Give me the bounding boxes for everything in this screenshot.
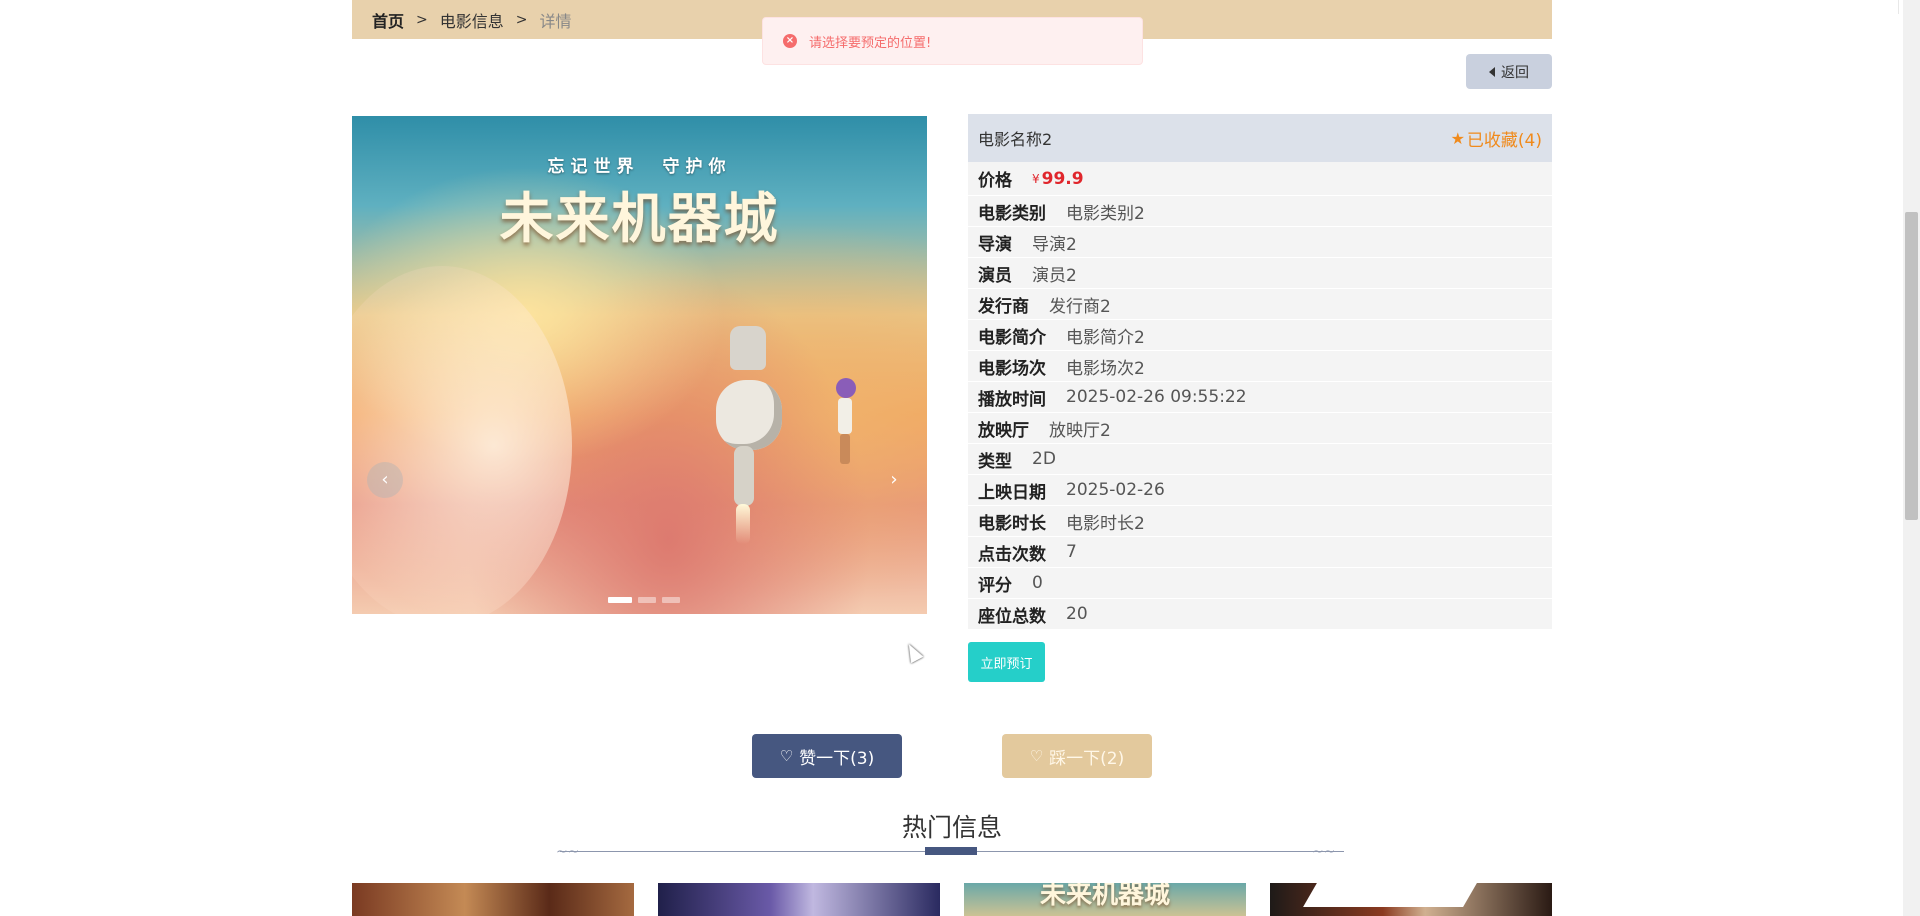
detail-row: 点击次数 7 bbox=[968, 537, 1552, 568]
field-label: 电影简介 bbox=[978, 327, 1046, 348]
currency-symbol: ¥ bbox=[1032, 171, 1040, 186]
field-value: 2D bbox=[1032, 449, 1056, 469]
breadcrumb-separator: > bbox=[416, 11, 428, 28]
thumbs-down-icon: ♡ bbox=[1029, 747, 1044, 765]
field-value: 7 bbox=[1066, 542, 1077, 562]
favorite-button[interactable]: ★ 已收藏(4) bbox=[1451, 126, 1542, 151]
poster-face-graphic bbox=[352, 266, 572, 614]
field-label: 播放时间 bbox=[978, 389, 1046, 410]
detail-row: 电影简介 电影简介2 bbox=[968, 320, 1552, 351]
field-label: 电影类别 bbox=[978, 203, 1046, 224]
carousel-indicators bbox=[608, 597, 680, 603]
hot-item-thumbnail[interactable] bbox=[658, 883, 940, 916]
field-value: 0 bbox=[1032, 573, 1043, 593]
hot-item-thumbnail[interactable] bbox=[352, 883, 634, 916]
book-now-button[interactable]: 立即预订 bbox=[968, 642, 1045, 682]
detail-row: 播放时间 2025-02-26 09:55:22 bbox=[968, 382, 1552, 413]
caret-left-icon bbox=[1489, 66, 1495, 77]
toast-message: 请选择要预定的位置! bbox=[809, 35, 932, 51]
carousel-indicator[interactable] bbox=[638, 597, 656, 603]
hot-item-poster-title: 未来机器城 bbox=[1039, 883, 1170, 910]
detail-fields: 价格 ¥ 99.9 电影类别 电影类别2 导演 导演2 演员 演员2 发行商 发行商2 … bbox=[968, 162, 1552, 630]
star-icon: ★ bbox=[1450, 128, 1465, 148]
dislike-label: 踩一下(2) bbox=[1049, 748, 1125, 769]
field-label: 价格 bbox=[978, 171, 1012, 191]
field-value: 电影场次2 bbox=[1066, 358, 1145, 379]
scrollbar-thumb[interactable] bbox=[1905, 212, 1918, 520]
detail-row: 放映厅 放映厅2 bbox=[968, 413, 1552, 444]
field-label: 上映日期 bbox=[978, 482, 1046, 503]
field-label: 点击次数 bbox=[978, 544, 1046, 565]
back-button-label: 返回 bbox=[1501, 64, 1529, 81]
breadcrumb-separator: > bbox=[515, 11, 528, 28]
carousel-indicator[interactable] bbox=[662, 597, 680, 603]
hot-item-thumbnail[interactable] bbox=[1270, 883, 1552, 916]
breadcrumb-home-link[interactable]: 首页 bbox=[372, 8, 404, 32]
detail-row: 电影类别 电影类别2 bbox=[968, 196, 1552, 227]
field-value: 20 bbox=[1066, 604, 1088, 624]
field-label: 座位总数 bbox=[978, 606, 1046, 627]
divider bbox=[1898, 0, 1899, 14]
detail-row: 上映日期 2025-02-26 bbox=[968, 475, 1552, 506]
detail-row: 导演 导演2 bbox=[968, 227, 1552, 258]
detail-row-price: 价格 ¥ 99.9 bbox=[968, 162, 1552, 196]
swirl-ornament-icon: ~~ bbox=[556, 844, 580, 860]
detail-row: 演员 演员2 bbox=[968, 258, 1552, 289]
field-value: 电影时长2 bbox=[1066, 513, 1145, 534]
like-label: 赞一下(3) bbox=[799, 748, 875, 769]
dislike-button[interactable]: ♡ 踩一下(2) bbox=[1002, 734, 1152, 778]
field-label: 电影时长 bbox=[978, 513, 1046, 534]
carousel-next-button[interactable]: › bbox=[876, 462, 912, 498]
detail-header: 电影名称2 ★ 已收藏(4) bbox=[968, 114, 1552, 162]
favorite-label: 已收藏(4) bbox=[1466, 130, 1542, 151]
field-value: 电影类别2 bbox=[1066, 203, 1145, 224]
field-value: 导演2 bbox=[1032, 234, 1077, 255]
main-container: 首页 > 电影信息 > 详情 返回 忘记世界 守护你 未来机器城 ‹ › 电影名… bbox=[352, 0, 1552, 916]
hot-section-title: 热门信息 bbox=[901, 813, 1002, 842]
field-value: 发行商2 bbox=[1049, 296, 1111, 317]
field-label: 演员 bbox=[978, 265, 1012, 286]
detail-row: 类型 2D bbox=[968, 444, 1552, 475]
field-label: 导演 bbox=[978, 234, 1012, 255]
hot-list: 未来机器城 bbox=[352, 883, 1552, 916]
carousel-indicator[interactable] bbox=[608, 597, 632, 603]
field-value: 电影简介2 bbox=[1066, 327, 1145, 348]
breadcrumb-current: 详情 bbox=[539, 11, 572, 31]
price-value: 99.9 bbox=[1041, 168, 1084, 189]
poster-carousel[interactable]: 忘记世界 守护你 未来机器城 ‹ › bbox=[352, 116, 927, 614]
like-button[interactable]: ♡ 赞一下(3) bbox=[752, 734, 902, 778]
movie-poster-image: 忘记世界 守护你 未来机器城 bbox=[352, 116, 927, 614]
detail-row: 电影时长 电影时长2 bbox=[968, 506, 1552, 537]
detail-row: 座位总数 20 bbox=[968, 599, 1552, 630]
page: 首页 > 电影信息 > 详情 返回 忘记世界 守护你 未来机器城 ‹ › 电影名… bbox=[0, 0, 1920, 916]
poster-girl-graphic bbox=[832, 378, 858, 468]
breadcrumb-section-link[interactable]: 电影信息 bbox=[440, 8, 504, 32]
detail-row: 电影场次 电影场次2 bbox=[968, 351, 1552, 382]
detail-row: 发行商 发行商2 bbox=[968, 289, 1552, 320]
swirl-ornament-icon: ~~ bbox=[1312, 844, 1336, 860]
field-value: 2025-02-26 bbox=[1066, 480, 1165, 500]
movie-detail-panel: 电影名称2 ★ 已收藏(4) 价格 ¥ 99.9 电影类别 电影类别2 导演 导演2… bbox=[968, 114, 1552, 630]
error-toast: × 请选择要预定的位置! bbox=[762, 17, 1143, 65]
thumbs-up-icon: ♡ bbox=[779, 747, 794, 765]
field-label: 评分 bbox=[978, 575, 1012, 596]
poster-robot-graphic bbox=[712, 326, 782, 544]
back-button[interactable]: 返回 bbox=[1466, 54, 1552, 89]
hot-divider-accent bbox=[925, 847, 977, 855]
field-label: 类型 bbox=[978, 451, 1012, 472]
hot-item-thumbnail[interactable]: 未来机器城 bbox=[964, 883, 1246, 916]
field-value: 演员2 bbox=[1032, 265, 1077, 286]
carousel-prev-button[interactable]: ‹ bbox=[367, 462, 403, 498]
detail-row: 评分 0 bbox=[968, 568, 1552, 599]
error-circle-icon: × bbox=[783, 34, 797, 48]
field-label: 发行商 bbox=[978, 296, 1029, 317]
field-value: 放映厅2 bbox=[1049, 420, 1111, 441]
scrollbar-track[interactable] bbox=[1903, 0, 1920, 916]
field-value: 2025-02-26 09:55:22 bbox=[1066, 387, 1247, 407]
movie-name: 电影名称2 bbox=[978, 130, 1053, 149]
field-label: 电影场次 bbox=[978, 358, 1046, 379]
field-label: 放映厅 bbox=[978, 420, 1029, 441]
poster-title: 未来机器城 bbox=[499, 187, 780, 250]
